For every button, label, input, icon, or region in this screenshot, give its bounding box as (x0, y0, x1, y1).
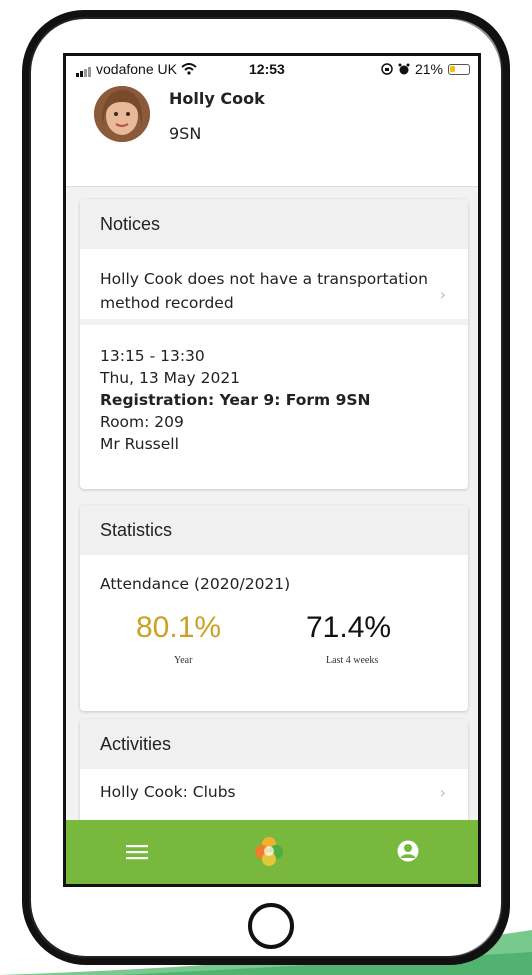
clubs-item-label: Holly Cook: Clubs (100, 783, 236, 801)
transport-notice-text: Holly Cook does not have a transportatio… (100, 270, 428, 312)
year-attendance-value: 80.1% (136, 611, 222, 644)
status-bar: vodafone UK 12:53 21% (66, 56, 478, 82)
registration-room: Room: 209 (100, 413, 184, 431)
registration-teacher: Mr Russell (100, 435, 179, 453)
carrier-label: vodafone UK (96, 61, 177, 77)
notices-card: Notices Holly Cook does not have a trans… (80, 199, 468, 489)
activities-title: Activities (80, 719, 468, 769)
registration-entry: 13:15 - 13:30 Thu, 13 May 2021 Registrat… (80, 325, 468, 455)
clover-logo-icon[interactable] (254, 836, 284, 866)
registration-date: Thu, 13 May 2021 (100, 369, 241, 387)
phone-screen: Holly Cook 9SN vodafone UK 12:53 21% Not… (63, 53, 481, 887)
chevron-right-icon: › (439, 783, 446, 802)
year-attendance-label: Year (174, 655, 193, 666)
signal-icon (76, 61, 92, 77)
transport-notice[interactable]: Holly Cook does not have a transportatio… (80, 249, 468, 325)
recent-attendance-label: Last 4 weeks (326, 655, 379, 666)
student-form: 9SN (169, 124, 202, 143)
statistics-card: Statistics Attendance (2020/2021) 80.1% … (80, 505, 468, 711)
chevron-right-icon: › (439, 285, 446, 304)
alarm-icon (398, 63, 410, 75)
menu-icon[interactable] (126, 844, 148, 860)
clock: 12:53 (249, 61, 285, 77)
recent-attendance-value: 71.4% (306, 611, 392, 644)
student-photo (94, 86, 150, 142)
orientation-lock-icon (381, 63, 393, 75)
student-name: Holly Cook (169, 89, 265, 108)
home-button[interactable] (248, 903, 294, 949)
bottom-nav (66, 820, 478, 884)
registration-time: 13:15 - 13:30 (100, 347, 205, 365)
registration-title: Registration: Year 9: Form 9SN (100, 391, 371, 409)
battery-icon (448, 63, 470, 75)
attendance-subtitle: Attendance (2020/2021) (100, 575, 291, 593)
wifi-icon (181, 63, 197, 75)
clubs-item[interactable]: Holly Cook: Clubs › (80, 769, 468, 815)
profile-icon[interactable] (397, 840, 419, 862)
attendance-stats: 80.1% Year 71.4% Last 4 weeks (80, 593, 468, 683)
avatar (94, 86, 150, 142)
statistics-title: Statistics (80, 505, 468, 555)
notices-title: Notices (80, 199, 468, 249)
battery-percent: 21% (414, 61, 443, 77)
